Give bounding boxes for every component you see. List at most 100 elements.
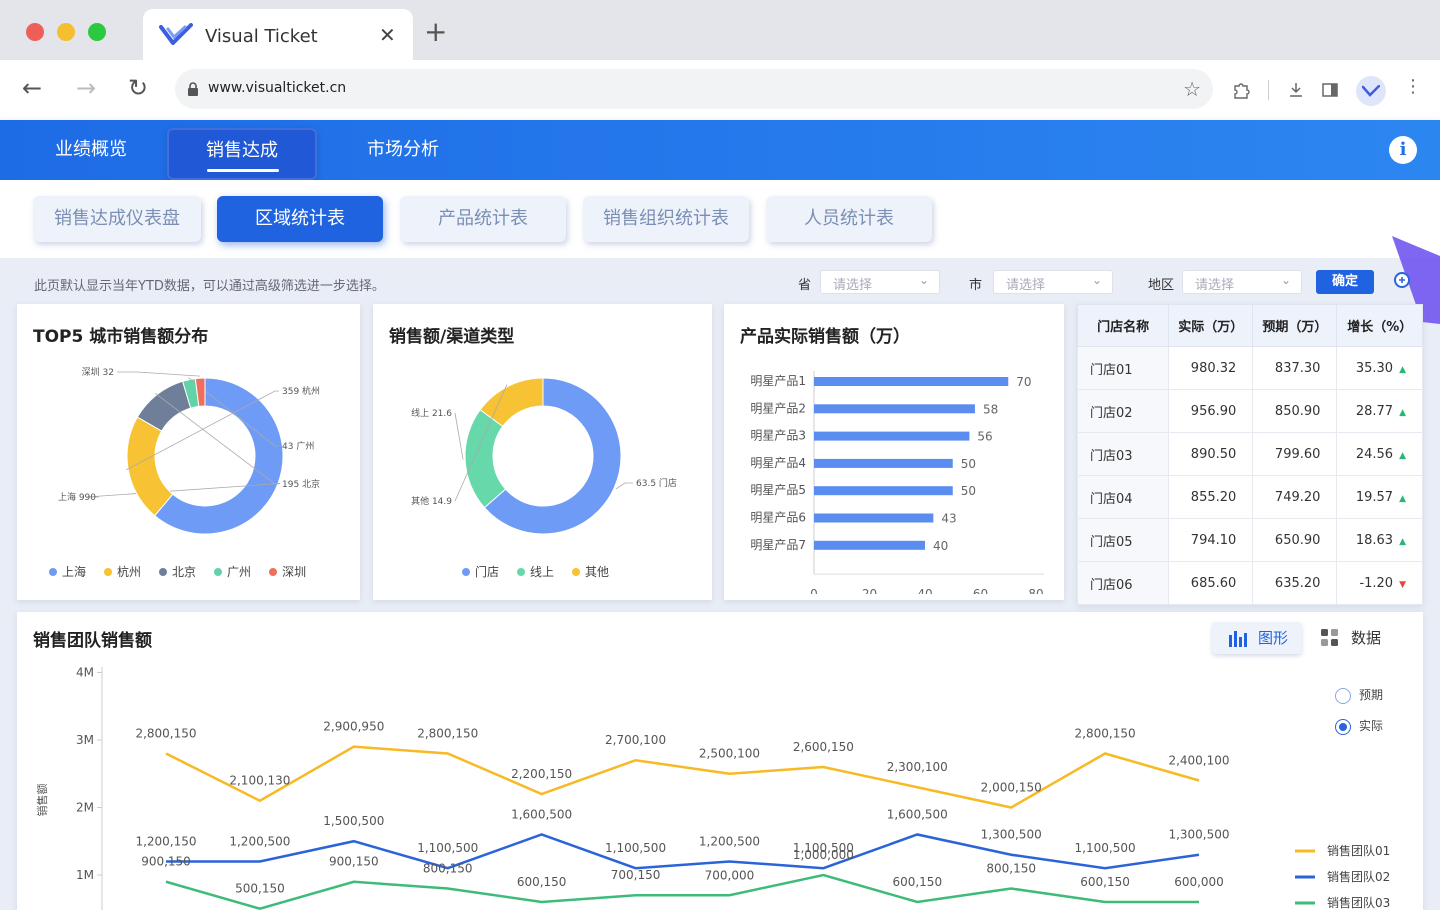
subtab-product-stats[interactable]: 产品统计表 [400, 196, 566, 242]
bar-明星产品5[interactable] [814, 486, 953, 496]
point-value-label: 2,400,100 [1168, 753, 1229, 767]
donut-slice-杭州[interactable] [126, 416, 174, 517]
cell-growth: 19.57 ▲ [1336, 475, 1423, 519]
cell-text: 635.20 [1274, 575, 1321, 591]
url-bar[interactable]: www.visualticket.cn ☆ [175, 69, 1213, 109]
profile-icon[interactable] [1356, 76, 1386, 106]
point-value-label: 2,800,150 [417, 726, 478, 740]
y-tick-label: 2M [76, 801, 94, 815]
subtab-staff-stats[interactable]: 人员统计表 [766, 196, 932, 242]
table-row[interactable]: 门店03 890.50 799.60 24.56 ▲ [1076, 432, 1423, 476]
table-row[interactable]: 门店02 956.90 850.90 28.77 ▲ [1076, 389, 1423, 433]
cell-text: 749.20 [1274, 489, 1321, 505]
nav-item-market-analysis[interactable]: 市场分析 [348, 120, 458, 180]
district-label: 地区 [1148, 278, 1175, 293]
cell-text: 门店04 [1090, 491, 1133, 507]
channel-legend: 门店 线上 其他 [462, 563, 609, 580]
x-tick-label: 60 [973, 587, 988, 594]
city-select[interactable]: 请选择 ⌄ [993, 270, 1113, 294]
bar-明星产品2[interactable] [814, 404, 975, 414]
point-value-label: 1,300,500 [981, 828, 1042, 842]
x-tick-label: 80 [1028, 587, 1043, 594]
cell-expected: 850.90 [1252, 389, 1338, 433]
legend-dot [49, 567, 57, 576]
col-header[interactable]: 实际（万） [1168, 304, 1254, 347]
legend-item-上海[interactable]: 上海 [49, 563, 86, 580]
table-row[interactable]: 门店06 685.60 635.20 -1.20 ▼ [1076, 561, 1423, 605]
legend-item-北京[interactable]: 北京 [159, 563, 196, 580]
reload-icon[interactable]: ↻ [128, 76, 148, 100]
toolbar-divider [1268, 80, 1269, 100]
nav-item-sales-achievement[interactable]: 销售达成 [167, 128, 317, 180]
minimize-window-button[interactable] [57, 23, 75, 41]
point-value-label: 2,500,100 [699, 747, 760, 761]
maximize-window-button[interactable] [88, 23, 106, 41]
bar-明星产品1[interactable] [814, 377, 1009, 386]
point-value-label: 1,500,500 [323, 814, 384, 828]
col-header[interactable]: 增长（%） [1336, 304, 1423, 347]
point-value-label: 1,100,500 [605, 841, 666, 855]
forward-icon[interactable]: → [76, 76, 96, 100]
bar-明星产品3[interactable] [814, 431, 970, 441]
confirm-button[interactable]: 确定 [1316, 270, 1374, 294]
point-value-label: 700,000 [705, 868, 755, 882]
y-axis-label: 销售额 [35, 784, 49, 817]
card-title: 销售额/渠道类型 [389, 327, 515, 347]
subtab-dashboard[interactable]: 销售达成仪表盘 [33, 196, 201, 242]
trend-up-icon: ▲ [1399, 493, 1406, 504]
series-line-销售团队02[interactable] [165, 833, 1200, 870]
legend-dot [462, 567, 470, 576]
table-row[interactable]: 门店05 794.10 650.90 18.63 ▲ [1076, 518, 1423, 562]
nav-item-overview[interactable]: 业绩概览 [36, 120, 146, 180]
chevron-down-icon: ⌄ [918, 273, 929, 287]
browser-tab[interactable]: Visual Ticket ✕ [143, 9, 413, 61]
close-window-button[interactable] [26, 23, 44, 41]
bar-value-label: 43 [941, 512, 956, 526]
category-label: 明星产品6 [750, 511, 806, 525]
info-icon[interactable]: i [1389, 136, 1417, 164]
tab-title: Visual Ticket [205, 26, 318, 47]
view-chart-button[interactable]: 图形 [1212, 622, 1302, 654]
legend-label: 广州 [227, 565, 252, 579]
download-icon[interactable] [1288, 82, 1304, 98]
province-select[interactable]: 请选择 ⌄ [820, 270, 940, 294]
table-row[interactable]: 门店01 980.32 837.30 35.30 ▲ [1076, 346, 1423, 390]
star-icon[interactable]: ☆ [1183, 77, 1201, 101]
close-tab-icon[interactable]: ✕ [379, 23, 396, 47]
menu-icon[interactable]: ⋮ [1404, 78, 1422, 96]
bar-明星产品7[interactable] [814, 540, 925, 550]
bar-value-label: 50 [961, 484, 976, 498]
subtab-org-stats[interactable]: 销售组织统计表 [583, 196, 749, 242]
legend-item-深圳[interactable]: 深圳 [269, 563, 306, 580]
bar-明星产品6[interactable] [814, 513, 934, 523]
bar-value-label: 50 [961, 457, 976, 471]
legend-item-线上[interactable]: 线上 [517, 563, 554, 580]
category-label: 明星产品4 [750, 456, 806, 470]
district-select[interactable]: 请选择 ⌄ [1182, 270, 1302, 294]
cell-growth: 35.30 ▲ [1336, 346, 1423, 390]
legend-item-其他[interactable]: 其他 [572, 563, 609, 580]
subtab-region-stats[interactable]: 区域统计表 [217, 196, 383, 242]
sidebar-icon[interactable] [1322, 83, 1338, 97]
col-header[interactable]: 门店名称 [1076, 304, 1170, 347]
table-row[interactable]: 门店04 855.20 749.20 19.57 ▲ [1076, 475, 1423, 519]
extension-icon[interactable] [1231, 80, 1251, 100]
view-data-button[interactable]: 数据 [1305, 622, 1395, 654]
point-value-label: 2,700,100 [605, 733, 666, 747]
col-header[interactable]: 预期（万） [1252, 304, 1338, 347]
legend-item-杭州[interactable]: 杭州 [104, 563, 141, 580]
new-tab-icon[interactable]: + [424, 18, 447, 46]
back-icon[interactable]: ← [22, 76, 42, 100]
slice-label: 195 北京 [282, 478, 320, 490]
series-line-销售团队01[interactable] [165, 745, 1200, 809]
point-value-label: 2,200,150 [511, 767, 572, 781]
bar-明星产品4[interactable] [814, 458, 953, 468]
series-line-销售团队03[interactable] [165, 873, 1200, 910]
bar-value-label: 70 [1016, 375, 1031, 389]
legend-label: 销售团队03 [1327, 895, 1390, 910]
legend-item-门店[interactable]: 门店 [462, 563, 499, 580]
point-value-label: 600,000 [1174, 875, 1224, 889]
district-placeholder: 请选择 [1195, 278, 1235, 293]
legend-item-广州[interactable]: 广州 [214, 563, 251, 580]
channel-donut-chart: 63.5 门店 线上 21.6 其他 14.9 [411, 377, 677, 535]
